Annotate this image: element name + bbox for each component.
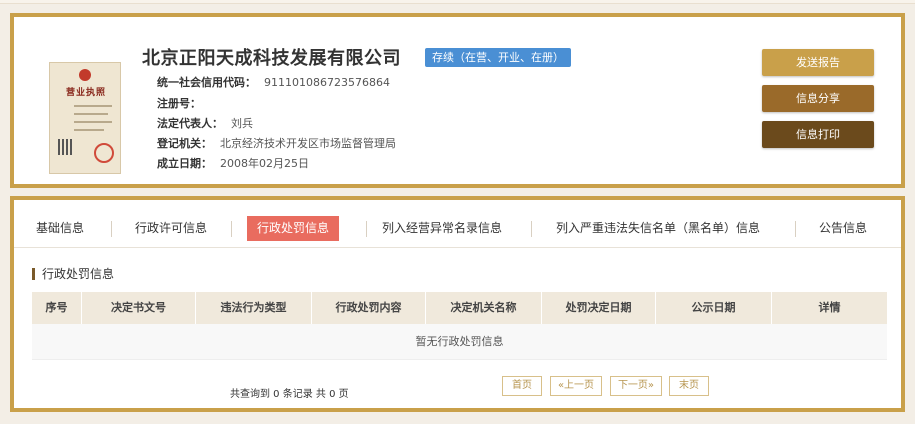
detail-panel: 基础信息 行政许可信息 行政处罚信息 列入经营异常名录信息 列入严重违法失信名单…	[10, 196, 905, 412]
tab-blacklist[interactable]: 列入严重违法失信名单（黑名单）信息	[556, 216, 760, 241]
first-page-button[interactable]: 首页	[502, 376, 542, 396]
license-text-line	[74, 129, 104, 131]
company-header-panel: 营业执照 北京正阳天成科技发展有限公司 存续（在营、开业、在册） 统一社会信用代…	[10, 13, 905, 188]
column-header: 决定书文号	[82, 292, 196, 324]
column-header: 违法行为类型	[196, 292, 312, 324]
business-license-image[interactable]: 营业执照	[49, 62, 121, 174]
license-text-line	[74, 113, 108, 115]
tab-admin-license[interactable]: 行政许可信息	[135, 216, 207, 241]
pager-summary: 共查询到 0 条记录 共 0 页	[230, 389, 349, 400]
column-header: 详情	[818, 301, 841, 314]
share-info-button[interactable]: 信息分享	[762, 85, 874, 112]
penalty-table: 序号 决定书文号 违法行为类型 行政处罚内容 决定机关名称 处罚决定日期 公示日…	[32, 292, 887, 360]
legal-rep-label: 法定代表人：	[157, 117, 223, 130]
tab-separator	[531, 221, 532, 237]
tab-announcement[interactable]: 公告信息	[819, 216, 867, 241]
info-row-credit-code: 统一社会信用代码： 911101086723576864	[157, 74, 390, 90]
tabs-divider	[14, 247, 901, 248]
column-header: 决定机关名称	[426, 292, 542, 324]
national-emblem-icon	[79, 69, 91, 81]
license-title: 营业执照	[65, 88, 106, 98]
tab-separator	[231, 221, 232, 237]
prev-page-button[interactable]: «上一页	[550, 376, 602, 396]
red-seal-icon	[94, 143, 114, 163]
info-row-reg-authority: 登记机关： 北京经济技术开发区市场监督管理局	[157, 135, 396, 151]
print-info-button[interactable]: 信息打印	[762, 121, 874, 148]
company-name: 北京正阳天成科技发展有限公司	[142, 48, 401, 69]
tab-bar: 基础信息 行政许可信息 行政处罚信息 列入经营异常名录信息 列入严重违法失信名单…	[14, 214, 901, 244]
reg-authority-value: 北京经济技术开发区市场监督管理局	[220, 137, 396, 150]
tab-separator	[366, 221, 367, 237]
column-header: 序号	[32, 292, 82, 324]
license-text-line	[74, 105, 112, 107]
status-badge: 存续（在营、开业、在册）	[425, 48, 571, 67]
tab-admin-penalty[interactable]: 行政处罚信息	[247, 216, 340, 241]
credit-code-label: 统一社会信用代码：	[157, 76, 256, 89]
reg-authority-label: 登记机关：	[157, 137, 212, 150]
tab-abnormal-operation[interactable]: 列入经营异常名录信息	[382, 216, 502, 241]
credit-code-value: 911101086723576864	[264, 76, 390, 89]
column-header: 行政处罚内容	[312, 292, 426, 324]
next-page-button[interactable]: 下一页»	[610, 376, 662, 396]
info-row-reg-number: 注册号：	[157, 95, 209, 111]
tab-separator	[111, 221, 112, 237]
license-text-line	[74, 121, 112, 123]
table-header-row: 序号 决定书文号 违法行为类型 行政处罚内容 决定机关名称 处罚决定日期 公示日…	[32, 292, 887, 324]
section-title: 行政处罚信息	[32, 268, 114, 280]
qr-code-icon	[58, 139, 74, 155]
tab-basic-info[interactable]: 基础信息	[36, 216, 84, 241]
column-header: 公示日期	[656, 292, 772, 324]
info-row-established: 成立日期： 2008年02月25日	[157, 155, 309, 171]
column-header: 处罚决定日期	[542, 292, 656, 324]
last-page-button[interactable]: 末页	[669, 376, 709, 396]
table-empty-message: 暂无行政处罚信息	[32, 324, 887, 360]
established-label: 成立日期：	[157, 157, 212, 170]
established-value: 2008年02月25日	[220, 157, 309, 170]
send-report-button[interactable]: 发送报告	[762, 49, 874, 76]
tab-separator	[795, 221, 796, 237]
legal-rep-value: 刘兵	[231, 117, 253, 130]
reg-number-label: 注册号：	[157, 97, 201, 110]
info-row-legal-rep: 法定代表人： 刘兵	[157, 115, 253, 131]
top-strip	[0, 0, 915, 4]
